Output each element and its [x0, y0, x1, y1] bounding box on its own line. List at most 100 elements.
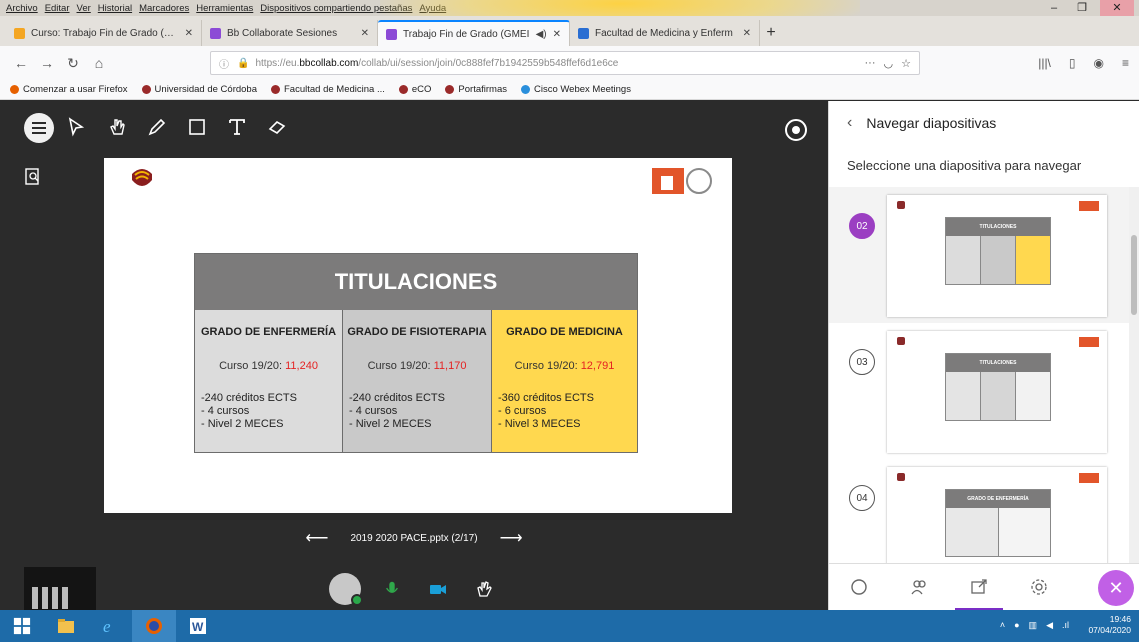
thumb-title: GRADO DE ENFERMERÍA	[946, 490, 1050, 508]
curso-number: 11,240	[285, 360, 318, 372]
close-tab-icon[interactable]: ✕	[185, 28, 193, 39]
fit-page-icon[interactable]	[24, 167, 44, 187]
microphone-icon[interactable]	[377, 574, 407, 604]
maximize-button[interactable]: ❐	[1068, 0, 1096, 16]
bookmark-label: Universidad de Córdoba	[154, 84, 257, 95]
bb-icon	[386, 28, 397, 40]
close-tab-icon[interactable]: ✕	[553, 29, 561, 40]
forward-icon[interactable]: →	[36, 52, 58, 74]
reload-icon[interactable]: ↻	[62, 52, 84, 74]
file-explorer-icon[interactable]	[44, 610, 88, 642]
share-content-icon[interactable]	[949, 564, 1009, 611]
slide-thumb-03[interactable]: 03 TITULACIONES	[829, 323, 1139, 459]
speaker-icon[interactable]: ◀)	[536, 29, 547, 40]
bookmark-webex[interactable]: Cisco Webex Meetings	[520, 84, 631, 95]
slide-preview[interactable]: TITULACIONES	[887, 331, 1107, 453]
whiteboard-tools	[66, 115, 288, 139]
session-menu-button[interactable]	[24, 113, 54, 143]
text-tool-icon[interactable]	[226, 115, 248, 139]
menu-archivo[interactable]: Archivo	[6, 3, 38, 14]
bookmark-star-icon[interactable]: ☆	[901, 57, 911, 70]
svg-text:W: W	[192, 620, 204, 634]
menu-dispositivos[interactable]: Dispositivos compartiendo pestañas	[260, 3, 412, 14]
minimize-button[interactable]: –	[1040, 0, 1068, 16]
bookmark-firefox[interactable]: Comenzar a usar Firefox	[10, 84, 128, 95]
hand-tool-icon[interactable]	[106, 115, 128, 139]
volume-icon[interactable]: ◀	[1046, 620, 1053, 631]
menu-historial[interactable]: Historial	[98, 3, 132, 14]
home-icon[interactable]: ⌂	[88, 52, 110, 74]
menu-bar: Archivo Editar Ver Historial Marcadores …	[0, 0, 1139, 16]
curso-line: Curso 19/20: 11,240	[195, 360, 342, 372]
bookmark-eco[interactable]: eCO	[398, 84, 431, 95]
raise-hand-icon[interactable]	[469, 574, 499, 604]
select-tool-icon[interactable]	[66, 115, 88, 139]
record-button[interactable]	[785, 119, 807, 141]
tab-title: Bb Collaborate Sesiones	[227, 27, 338, 39]
eraser-tool-icon[interactable]	[266, 115, 288, 139]
slide-thumb-04[interactable]: 04 GRADO DE ENFERMERÍA	[829, 459, 1139, 563]
tab-trabajo-fin-grado[interactable]: Trabajo Fin de Grado (GMEI ◀) ✕	[378, 20, 570, 46]
panel-title: Navegar diapositivas	[866, 115, 997, 131]
tab-curso[interactable]: Curso: Trabajo Fin de Grado (G... ✕	[6, 20, 202, 46]
signal-icon[interactable]: .ıl	[1062, 620, 1069, 631]
close-tab-icon[interactable]: ✕	[743, 28, 751, 39]
next-slide-icon[interactable]: ⟶	[500, 528, 523, 548]
menu-herramientas[interactable]: Herramientas	[196, 3, 253, 14]
close-panel-icon[interactable]: ✕	[1098, 570, 1134, 606]
internet-explorer-icon[interactable]: e	[88, 610, 132, 642]
slide-preview[interactable]: TITULACIONES	[887, 195, 1107, 317]
bookmark-portafirmas[interactable]: Portafirmas	[445, 84, 507, 95]
firefox-icon	[10, 85, 19, 94]
tab-bb-sesiones[interactable]: Bb Collaborate Sesiones ✕	[202, 20, 378, 46]
chat-icon[interactable]	[829, 564, 889, 611]
taskbar-clock[interactable]: 19:46 07/04/2020	[1088, 614, 1131, 636]
url-bar[interactable]: ⓘ 🔒 https://eu. bbcollab.com/collab/ui/se…	[210, 51, 920, 75]
tab-facultad[interactable]: Facultad de Medicina y Enferm ✕	[570, 20, 760, 46]
column-details: -360 créditos ECTS - 6 cursos - Nivel 3 …	[492, 392, 637, 431]
back-icon[interactable]: ←	[10, 52, 32, 74]
menu-icon[interactable]: ≡	[1122, 56, 1129, 70]
new-tab-button[interactable]: +	[760, 20, 782, 46]
bookmark-uco[interactable]: Universidad de Córdoba	[141, 84, 257, 95]
close-window-button[interactable]: ✕	[1100, 0, 1134, 16]
menu-ver[interactable]: Ver	[77, 3, 91, 14]
titulaciones-table: TITULACIONES GRADO DE ENFERMERÍA Curso 1…	[194, 253, 638, 453]
tab-title: Facultad de Medicina y Enferm	[595, 27, 733, 39]
curso-number: 12,791	[580, 360, 615, 372]
firefox-taskbar-icon[interactable]	[132, 610, 176, 642]
menu-editar[interactable]: Editar	[45, 3, 70, 14]
shape-tool-icon[interactable]	[186, 115, 208, 139]
close-tab-icon[interactable]: ✕	[361, 28, 369, 39]
slide-thumb-02[interactable]: 02 TITULACIONES	[829, 187, 1139, 323]
word-icon[interactable]: W	[176, 610, 220, 642]
slide-preview[interactable]: GRADO DE ENFERMERÍA	[887, 467, 1107, 563]
faculty-logo	[652, 168, 718, 204]
tray-chevron-icon[interactable]: ˄	[1000, 620, 1005, 631]
media-controls	[0, 571, 828, 607]
pencil-tool-icon[interactable]	[146, 115, 168, 139]
windows-start-icon[interactable]	[0, 610, 44, 642]
bookmark-medicina[interactable]: Facultad de Medicina ...	[271, 84, 385, 95]
bookmarks-bar: Comenzar a usar Firefox Universidad de C…	[0, 80, 1139, 100]
bookmark-label: Facultad de Medicina ...	[284, 84, 385, 95]
menu-ayuda[interactable]: Ayuda	[419, 3, 446, 14]
library-icon[interactable]: |||\	[1038, 56, 1051, 70]
more-icon[interactable]: ···	[865, 57, 876, 70]
sidebar-icon[interactable]: ▯	[1069, 56, 1076, 70]
panel-scrollbar[interactable]	[1129, 187, 1139, 563]
previous-slide-icon[interactable]: ⟵	[306, 528, 329, 548]
camera-icon[interactable]	[423, 574, 453, 604]
menu-marcadores[interactable]: Marcadores	[139, 3, 189, 14]
pocket-icon[interactable]: ◡	[884, 57, 894, 70]
settings-gear-icon[interactable]	[1009, 564, 1069, 611]
my-status-avatar[interactable]	[329, 573, 363, 606]
account-icon[interactable]: ◉	[1094, 56, 1104, 70]
info-icon[interactable]: ⓘ	[219, 56, 229, 71]
participants-icon[interactable]	[889, 564, 949, 611]
network-icon[interactable]: ▥	[1029, 620, 1038, 631]
tray-app-icon[interactable]: ●	[1014, 620, 1019, 631]
column-details: -240 créditos ECTS - 4 cursos - Nivel 2 …	[343, 392, 491, 431]
curso-line: Curso 19/20: 11,170	[343, 360, 491, 372]
back-chevron-icon[interactable]: ‹	[847, 114, 852, 132]
